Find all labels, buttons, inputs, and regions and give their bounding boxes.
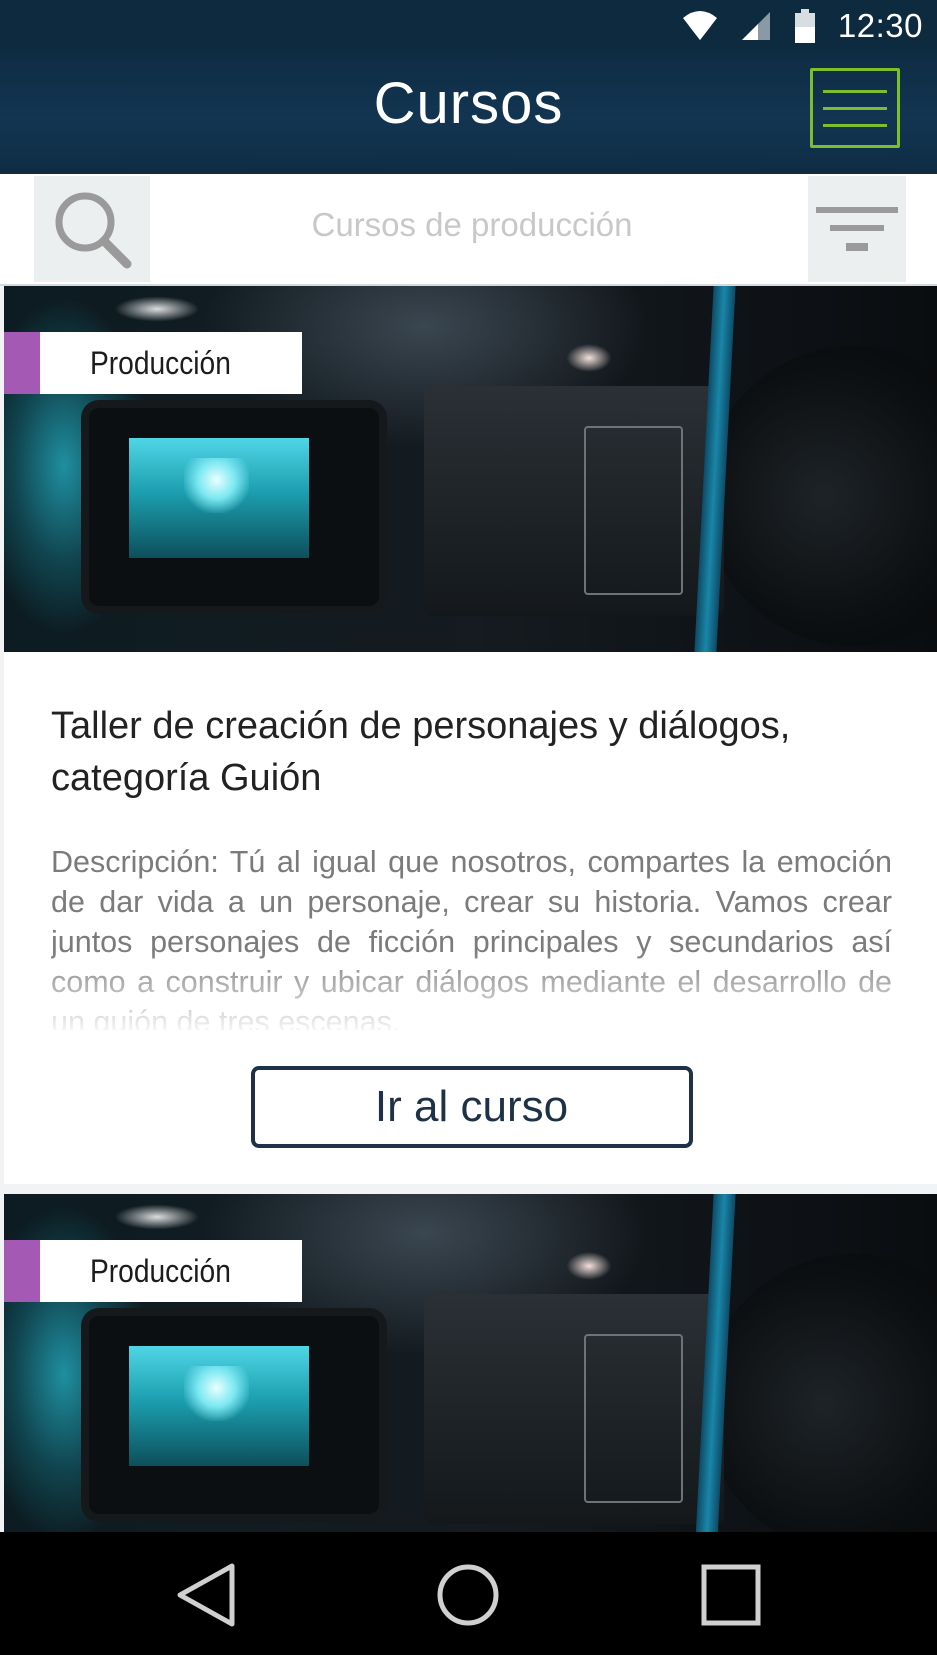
back-icon[interactable] <box>172 1562 242 1628</box>
camera-panel-graphic <box>584 426 683 595</box>
course-image[interactable]: Producción <box>4 1194 937 1532</box>
filter-icon-bottom <box>846 243 868 251</box>
hamburger-menu-icon <box>823 89 887 93</box>
camera-lens-graphic <box>704 346 937 646</box>
category-label: Producción <box>90 344 231 381</box>
signal-icon <box>741 12 770 40</box>
category-tag: Producción <box>4 332 302 394</box>
course-image[interactable]: Producción <box>4 286 937 652</box>
go-to-course-button[interactable]: Ir al curso <box>250 1066 693 1148</box>
camera-lens-graphic <box>704 1254 937 1532</box>
search-input[interactable] <box>160 194 784 256</box>
status-time: 12:30 <box>837 7 923 44</box>
course-description: Descripción: Tú al igual que nosotros, c… <box>51 845 892 1030</box>
course-card: Producción Taller de creación de persona… <box>4 286 937 1184</box>
search-icon <box>55 192 132 269</box>
filter-icon-middle <box>830 225 884 231</box>
status-bar: 12:30 <box>0 0 937 52</box>
hamburger-menu-icon-bottom <box>823 123 887 127</box>
category-color-marker <box>4 1240 40 1302</box>
status-icons: 12:30 <box>682 6 923 46</box>
system-navigation-bar <box>0 1532 937 1655</box>
filter-button[interactable] <box>808 176 906 282</box>
home-icon[interactable] <box>433 1562 503 1628</box>
battery-icon <box>794 9 815 43</box>
camera-screen-graphic <box>89 1316 379 1514</box>
hamburger-menu-button[interactable] <box>810 68 900 148</box>
filter-icon <box>816 207 898 213</box>
category-color-marker <box>4 332 40 394</box>
search-bar <box>0 174 937 286</box>
recents-icon[interactable] <box>696 1562 766 1628</box>
course-card: Producción <box>4 1194 937 1532</box>
app-bar: Cursos <box>0 52 937 174</box>
search-button[interactable] <box>34 176 150 282</box>
course-list[interactable]: Producción Taller de creación de persona… <box>0 286 937 1532</box>
course-description-container: Descripción: Tú al igual que nosotros, c… <box>51 842 892 1030</box>
wifi-icon <box>682 11 717 40</box>
page-title: Cursos <box>373 71 564 136</box>
category-label: Producción <box>90 1252 231 1289</box>
category-tag: Producción <box>4 1240 302 1302</box>
course-title: Taller de creación de personajes y diálo… <box>51 705 791 799</box>
camera-panel-graphic <box>584 1334 683 1503</box>
camera-screen-graphic <box>89 408 379 606</box>
hamburger-menu-icon-middle <box>823 106 887 110</box>
course-card-body: Taller de creación de personajes y diálo… <box>4 652 937 1184</box>
